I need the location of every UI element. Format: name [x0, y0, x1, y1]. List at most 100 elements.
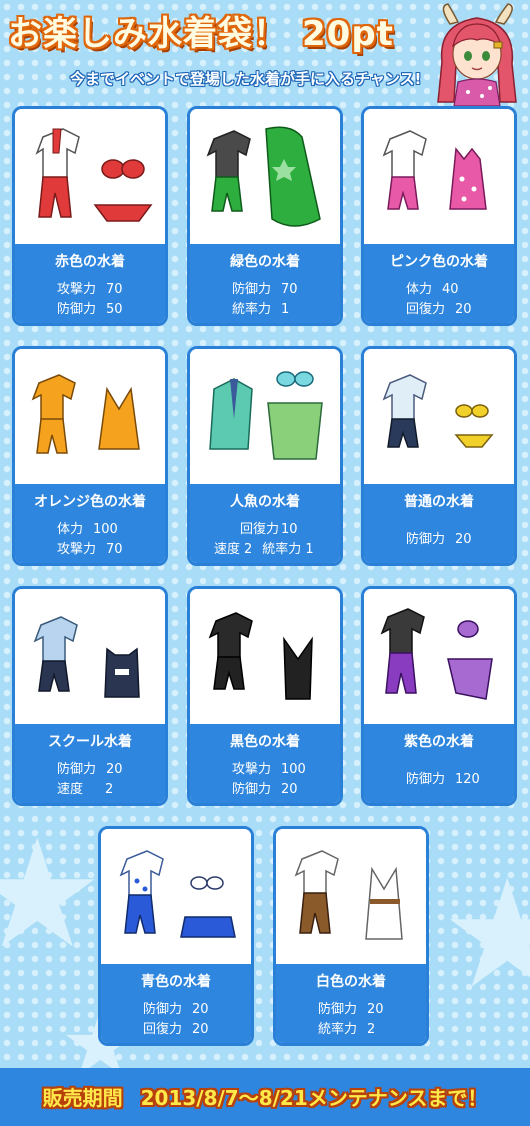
stat-label: 防御力	[57, 302, 97, 317]
stat-row: 統率力 2	[318, 1018, 375, 1037]
item-image	[15, 589, 165, 724]
item-card-normal[interactable]: 普通の水着 防御力 20	[361, 346, 517, 566]
sale-period-dates: 2013/8/7〜8/21メンテナンスまで！	[140, 1086, 488, 1110]
sale-period-text: 販売期間 2013/8/7〜8/21メンテナンスまで！	[0, 1082, 530, 1111]
stat-row: 体力 100	[57, 518, 118, 537]
item-card-purple[interactable]: 紫色の水着 防御力 120	[361, 586, 517, 806]
item-name: 赤色の水着	[55, 254, 125, 270]
item-name: 緑色の水着	[230, 254, 300, 270]
stat-value: 20	[192, 1022, 209, 1037]
item-info: オレンジ色の水着 体力 100 攻撃力 70	[15, 484, 165, 563]
stat-row: 回復力 10	[240, 518, 298, 537]
stat-value: 2	[367, 1022, 376, 1037]
stat-row: 回復力 20	[406, 298, 472, 317]
stat-value: 20	[367, 1002, 384, 1017]
orange-swimsuit-icon	[31, 374, 140, 454]
pink-swimsuit-icon	[382, 130, 487, 210]
stat-value: 20	[281, 782, 298, 797]
item-name: オレンジ色の水着	[34, 494, 146, 510]
stat-label: 攻撃力	[57, 542, 97, 557]
stat-label: 防御力	[406, 772, 446, 787]
stat-row: 防御力 20	[232, 778, 298, 797]
stat-value: 20	[455, 302, 472, 317]
stat-value: 70	[106, 542, 123, 557]
stat-label: 防御力	[406, 532, 446, 547]
stat-label: 防御力	[232, 782, 272, 797]
stat-row: 速度 2 統率力 1	[214, 538, 314, 557]
stat-label: 回復力	[240, 522, 280, 537]
item-card-white[interactable]: 白色の水着 防御力 20 統率力 2	[273, 826, 429, 1046]
item-image	[364, 349, 514, 484]
mascot-character-icon	[437, 3, 517, 106]
normal-swimsuit-icon	[382, 374, 494, 448]
item-card-green[interactable]: 緑色の水着 防御力 70 統率力 1	[187, 106, 343, 326]
stat-label: 攻撃力	[232, 762, 272, 777]
stat-row: 統率力 1	[232, 298, 289, 317]
sale-period-label: 販売期間	[42, 1086, 123, 1110]
page-subtitle: 今までイベントで登場した水着が手に入るチャンス!	[70, 70, 422, 88]
item-info: ピンク色の水着 体力 40 回復力 20	[364, 244, 514, 323]
item-name: 普通の水着	[404, 494, 474, 510]
sale-period-banner: 販売期間 2013/8/7〜8/21メンテナンスまで！	[0, 1068, 530, 1126]
stat-label: 攻撃力	[57, 282, 97, 297]
item-card-mermaid[interactable]: 人魚の水着 回復力 10 速度 2 統率力 1	[187, 346, 343, 566]
stat-label: 統率力	[318, 1022, 358, 1037]
stat-row: 防御力 20	[318, 998, 384, 1017]
item-name: 紫色の水着	[404, 734, 474, 750]
page: ★ ★ ★ お楽しみ水着袋！ 20pt 今までイベントで登場した水着が手に入るチャ…	[0, 0, 530, 1126]
page-title: お楽しみ水着袋！ 20pt	[8, 6, 418, 58]
item-card-school[interactable]: スクール水着 防御力 20 速度 2	[12, 586, 168, 806]
stat-label: 速度	[214, 542, 241, 557]
background-star-icon: ★	[440, 848, 530, 1022]
stat-value: 20	[455, 532, 472, 547]
item-info: スクール水着 防御力 20 速度 2	[15, 724, 165, 803]
item-card-red[interactable]: 赤色の水着 攻撃力 70 防御力 50	[12, 106, 168, 326]
stat-label: 防御力	[143, 1002, 183, 1017]
stat-row: 速度 2	[57, 778, 113, 797]
item-image	[190, 349, 340, 484]
stat-value: 1	[305, 542, 314, 557]
green-swimsuit-icon	[206, 126, 321, 227]
stat-label: 統率力	[262, 542, 302, 557]
item-info: 緑色の水着 防御力 70 統率力 1	[190, 244, 340, 323]
stat-row: 防御力 70	[232, 278, 298, 297]
item-card-orange[interactable]: オレンジ色の水着 体力 100 攻撃力 70	[12, 346, 168, 566]
stat-label: 回復力	[406, 302, 446, 317]
item-name: 人魚の水着	[230, 494, 300, 510]
item-image	[190, 589, 340, 724]
stat-value: 100	[93, 522, 118, 537]
item-image	[364, 109, 514, 244]
item-info: 人魚の水着 回復力 10 速度 2 統率力 1	[190, 484, 340, 563]
stat-label: 体力	[57, 522, 84, 537]
stat-value: 1	[281, 302, 290, 317]
red-swimsuit-icon	[35, 128, 153, 222]
item-info: 普通の水着 防御力 20	[364, 484, 514, 563]
stat-value: 50	[106, 302, 123, 317]
item-card-black[interactable]: 黒色の水着 攻撃力 100 防御力 20	[187, 586, 343, 806]
item-name: ピンク色の水着	[390, 254, 488, 270]
white-swimsuit-icon	[294, 850, 403, 940]
stat-value: 2	[244, 542, 253, 557]
item-card-pink[interactable]: ピンク色の水着 体力 40 回復力 20	[361, 106, 517, 326]
stat-row: 攻撃力 100	[232, 758, 306, 777]
item-name: スクール水着	[48, 734, 132, 750]
stat-label: 体力	[406, 282, 433, 297]
black-swimsuit-icon	[208, 612, 313, 700]
stat-label: 防御力	[57, 762, 97, 777]
item-info: 赤色の水着 攻撃力 70 防御力 50	[15, 244, 165, 323]
mermaid-swimsuit-icon	[209, 371, 323, 460]
item-info: 黒色の水着 攻撃力 100 防御力 20	[190, 724, 340, 803]
stat-label: 防御力	[232, 282, 272, 297]
item-image	[101, 829, 251, 964]
item-name: 青色の水着	[141, 974, 211, 990]
stat-row: 防御力 50	[57, 298, 123, 317]
item-image	[15, 349, 165, 484]
stat-row: 回復力 20	[143, 1018, 209, 1037]
item-card-blue[interactable]: 青色の水着 防御力 20 回復力 20	[98, 826, 254, 1046]
stat-row: 体力 40	[406, 278, 459, 297]
stat-row: 防御力 20	[143, 998, 209, 1017]
item-name: 黒色の水着	[230, 734, 300, 750]
purple-swimsuit-icon	[380, 608, 493, 700]
item-info: 紫色の水着 防御力 120	[364, 724, 514, 803]
stat-value: 70	[281, 282, 298, 297]
